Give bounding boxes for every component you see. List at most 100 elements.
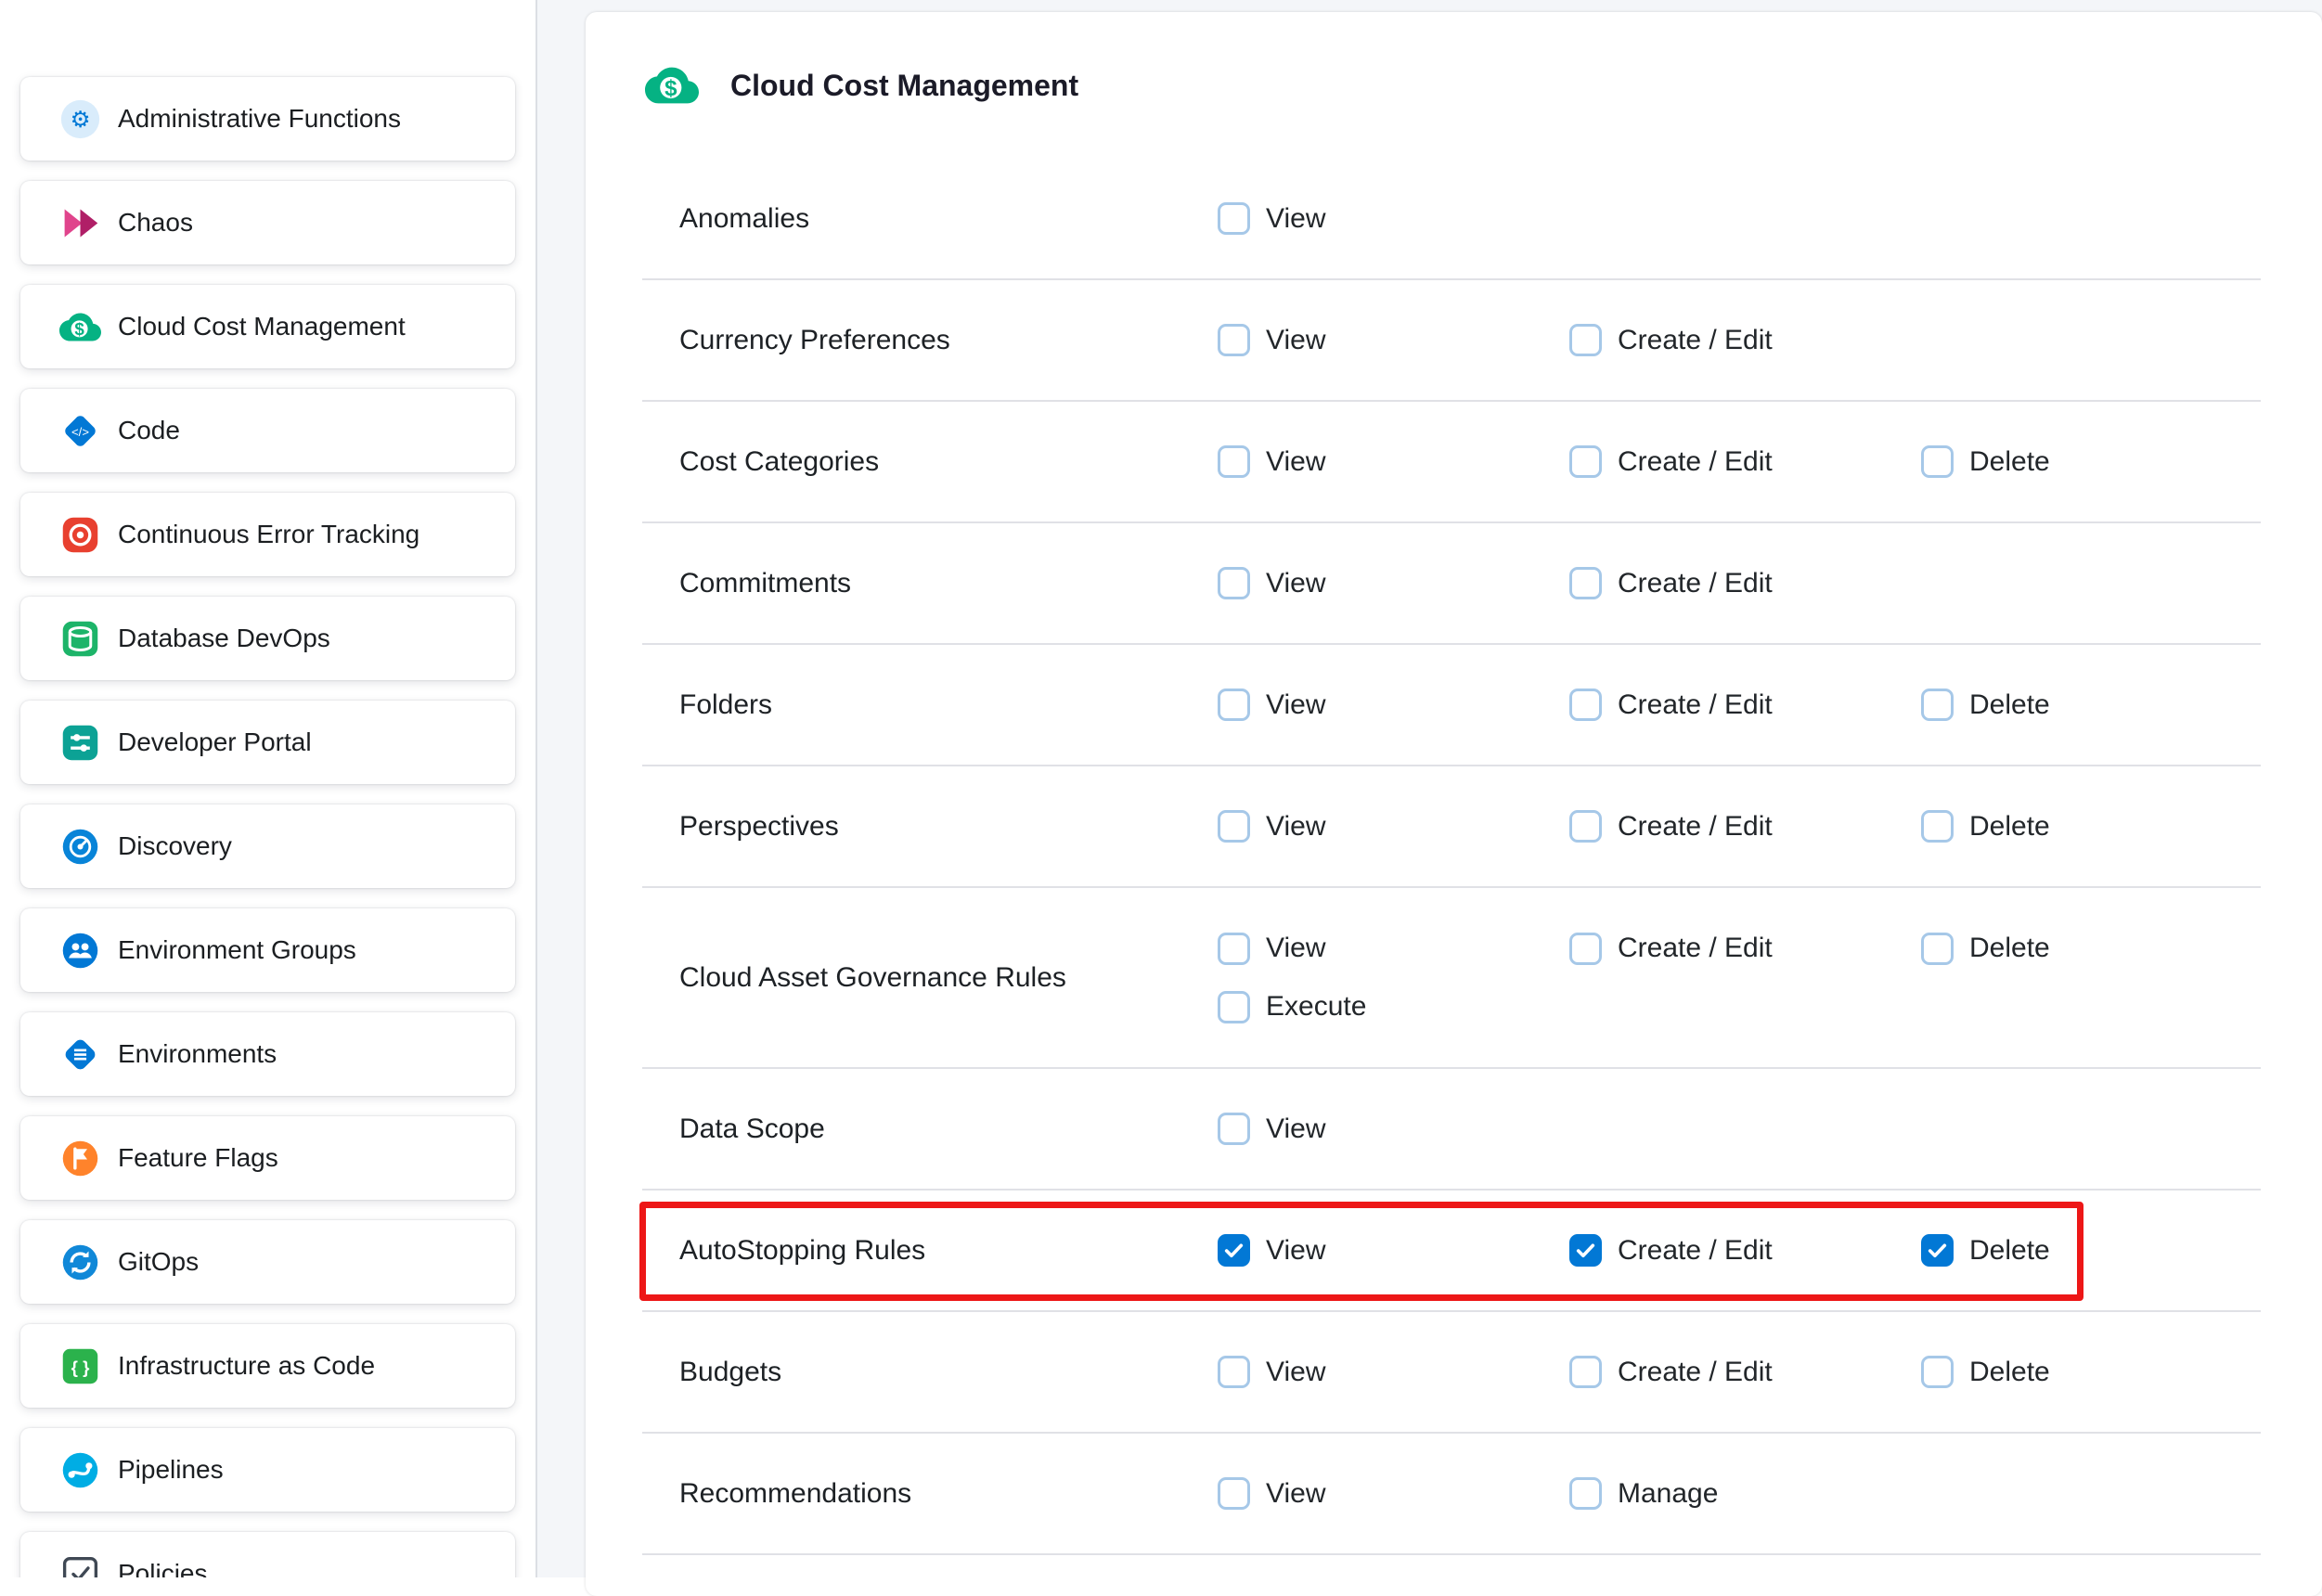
checkbox-box bbox=[1218, 445, 1250, 478]
checkbox-create-edit-commitments[interactable]: Create / Edit bbox=[1569, 567, 1921, 599]
checkbox-view-autostopping-rules[interactable]: View bbox=[1218, 1234, 1569, 1267]
sidebar-item-chaos[interactable]: Chaos bbox=[20, 181, 515, 264]
checkbox-label: View bbox=[1266, 1235, 1325, 1267]
sidebar-item-developer-portal[interactable]: Developer Portal bbox=[20, 701, 515, 784]
checkbox-view-perspectives[interactable]: View bbox=[1218, 810, 1569, 843]
checkbox-create-edit-perspectives[interactable]: Create / Edit bbox=[1569, 810, 1921, 843]
code-icon: </> bbox=[59, 410, 101, 452]
checkbox-box bbox=[1921, 933, 1954, 965]
checkbox-create-edit-cost-categories[interactable]: Create / Edit bbox=[1569, 445, 1921, 478]
checkbox-label: View bbox=[1266, 1113, 1325, 1145]
checkbox-view-cost-categories[interactable]: View bbox=[1218, 445, 1569, 478]
svg-text:$: $ bbox=[664, 76, 677, 101]
checkbox-box bbox=[1218, 810, 1250, 843]
sidebar-item-infrastructure-as-code[interactable]: { } Infrastructure as Code bbox=[20, 1324, 515, 1408]
feature-flags-icon bbox=[59, 1138, 101, 1179]
checkbox-delete-autostopping-rules[interactable]: Delete bbox=[1921, 1234, 2273, 1267]
checkbox-box bbox=[1218, 1477, 1250, 1510]
resource-label: Recommendations bbox=[642, 1478, 1218, 1510]
sidebar-item-continuous-error-tracking[interactable]: Continuous Error Tracking bbox=[20, 493, 515, 576]
checkbox-box bbox=[1218, 1113, 1250, 1145]
permission-row-recommendations: Recommendations View Manage bbox=[642, 1434, 2261, 1555]
checkbox-box bbox=[1569, 1356, 1602, 1388]
checkbox-label: View bbox=[1266, 933, 1325, 964]
permission-row-cost-categories: Cost Categories View Create / Edit Delet… bbox=[642, 402, 2261, 523]
sidebar-item-discovery[interactable]: Discovery bbox=[20, 804, 515, 888]
sidebar-item-code[interactable]: </> Code bbox=[20, 389, 515, 472]
permission-row-commitments: Commitments View Create / Edit bbox=[642, 523, 2261, 645]
checkbox-create-edit-cloud-asset-governance-rules[interactable]: Create / Edit bbox=[1569, 933, 1921, 965]
checkbox-delete-cloud-asset-governance-rules[interactable]: Delete bbox=[1921, 933, 2273, 965]
checkbox-delete-budgets[interactable]: Delete bbox=[1921, 1356, 2273, 1388]
sidebar-item-policies[interactable]: Policies bbox=[20, 1532, 515, 1577]
checkbox-view-recommendations[interactable]: View bbox=[1218, 1477, 1569, 1510]
checkbox-manage-recommendations[interactable]: Manage bbox=[1569, 1477, 1921, 1510]
permissions-table: Anomalies View Currency Preferences View… bbox=[642, 159, 2261, 1555]
checkbox-label: Delete bbox=[1969, 933, 2050, 964]
checkbox-box bbox=[1218, 324, 1250, 356]
cloud-dollar-icon: $ bbox=[645, 58, 699, 112]
sidebar-item-label: Developer Portal bbox=[118, 727, 312, 757]
svg-text:</>: </> bbox=[71, 424, 89, 438]
checkbox-box bbox=[1218, 1234, 1250, 1267]
checkbox-box bbox=[1569, 1477, 1602, 1510]
permission-grid: View Create / Edit Delete bbox=[1218, 689, 2273, 721]
checkbox-create-edit-folders[interactable]: Create / Edit bbox=[1569, 689, 1921, 721]
checkbox-label: View bbox=[1266, 811, 1325, 843]
checkbox-label: View bbox=[1266, 689, 1325, 721]
checkbox-view-currency-preferences[interactable]: View bbox=[1218, 324, 1569, 356]
checkbox-label: Create / Edit bbox=[1618, 1235, 1773, 1267]
checkbox-label: Delete bbox=[1969, 811, 2050, 843]
permission-grid: View bbox=[1218, 202, 2273, 235]
checkbox-label: Create / Edit bbox=[1618, 933, 1773, 964]
resource-label: Cost Categories bbox=[642, 446, 1218, 478]
checkbox-create-edit-budgets[interactable]: Create / Edit bbox=[1569, 1356, 1921, 1388]
sidebar-item-administrative-functions[interactable]: ⚙ Administrative Functions bbox=[20, 77, 515, 161]
sidebar-item-gitops[interactable]: GitOps bbox=[20, 1220, 515, 1304]
panel-header: $ Cloud Cost Management bbox=[586, 12, 2322, 159]
database-icon bbox=[59, 618, 101, 660]
sidebar-item-database-devops[interactable]: Database DevOps bbox=[20, 597, 515, 680]
checkbox-label: Delete bbox=[1969, 1357, 2050, 1388]
checkbox-box bbox=[1569, 445, 1602, 478]
sidebar-item-label: GitOps bbox=[118, 1247, 199, 1277]
sidebar-item-cloud-cost-management[interactable]: $ Cloud Cost Management bbox=[20, 285, 515, 368]
checkbox-view-folders[interactable]: View bbox=[1218, 689, 1569, 721]
checkbox-label: View bbox=[1266, 446, 1325, 478]
permission-row-data-scope: Data Scope View bbox=[642, 1069, 2261, 1191]
checkbox-view-data-scope[interactable]: View bbox=[1218, 1113, 1569, 1145]
sidebar-item-pipelines[interactable]: Pipelines bbox=[20, 1428, 515, 1512]
checkbox-view-anomalies[interactable]: View bbox=[1218, 202, 1569, 235]
permission-row-currency-preferences: Currency Preferences View Create / Edit bbox=[642, 280, 2261, 402]
page-title: Cloud Cost Management bbox=[730, 69, 1078, 103]
checkbox-label: View bbox=[1266, 1478, 1325, 1510]
checkbox-execute-cloud-asset-governance-rules[interactable]: Execute bbox=[1218, 991, 1569, 1023]
permission-grid: View Create / Edit Delete Execute bbox=[1218, 933, 2273, 1023]
checkbox-delete-cost-categories[interactable]: Delete bbox=[1921, 445, 2273, 478]
sidebar-item-label: Pipelines bbox=[118, 1455, 224, 1485]
checkbox-box bbox=[1921, 689, 1954, 721]
checkbox-delete-perspectives[interactable]: Delete bbox=[1921, 810, 2273, 843]
permission-grid: View bbox=[1218, 1113, 2273, 1145]
sidebar-item-label: Infrastructure as Code bbox=[118, 1351, 375, 1381]
checkbox-box bbox=[1569, 324, 1602, 356]
sidebar-item-environment-groups[interactable]: Environment Groups bbox=[20, 908, 515, 992]
sidebar-item-feature-flags[interactable]: Feature Flags bbox=[20, 1116, 515, 1200]
checkbox-create-edit-autostopping-rules[interactable]: Create / Edit bbox=[1569, 1234, 1921, 1267]
checkbox-view-budgets[interactable]: View bbox=[1218, 1356, 1569, 1388]
main-content: $ Cloud Cost Management Anomalies View C… bbox=[537, 0, 2322, 1577]
checkbox-label: Delete bbox=[1969, 446, 2050, 478]
iac-icon: { } bbox=[59, 1345, 101, 1387]
checkbox-view-commitments[interactable]: View bbox=[1218, 567, 1569, 599]
checkbox-view-cloud-asset-governance-rules[interactable]: View bbox=[1218, 933, 1569, 965]
checkbox-delete-folders[interactable]: Delete bbox=[1921, 689, 2273, 721]
checkbox-create-edit-currency-preferences[interactable]: Create / Edit bbox=[1569, 324, 1921, 356]
checkbox-label: View bbox=[1266, 1357, 1325, 1388]
checkbox-box bbox=[1921, 1234, 1954, 1267]
sidebar-item-label: Policies bbox=[118, 1559, 207, 1577]
sidebar-item-environments[interactable]: Environments bbox=[20, 1012, 515, 1096]
checkbox-label: Create / Edit bbox=[1618, 689, 1773, 721]
checkbox-box bbox=[1218, 689, 1250, 721]
checkbox-label: Execute bbox=[1266, 991, 1366, 1023]
checkbox-label: Delete bbox=[1969, 1235, 2050, 1267]
